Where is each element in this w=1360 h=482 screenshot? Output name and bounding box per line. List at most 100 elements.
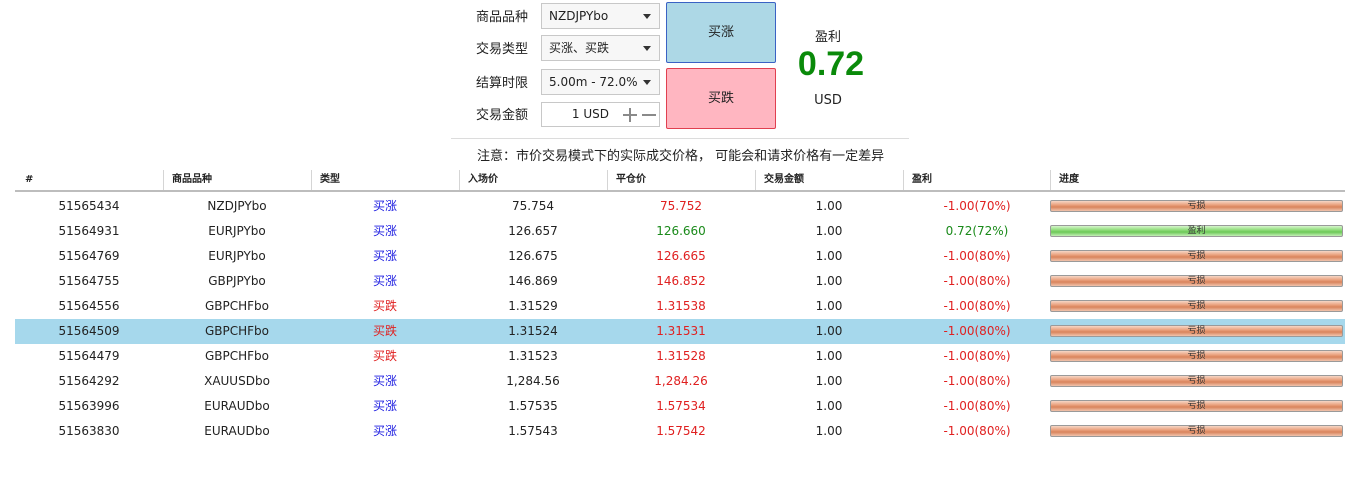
cell-type: 买跌 xyxy=(372,324,397,338)
price-notice: 注意：市价交易模式下的实际成交价格， 可能会和请求价格有一定差异 xyxy=(477,149,885,164)
symbol-select-value: NZDJPYbo xyxy=(549,9,609,23)
symbol-select[interactable]: NZDJPYbo xyxy=(541,3,660,29)
cell-entry-price: 1,284.56 xyxy=(506,374,560,388)
cell-entry-price: 126.675 xyxy=(508,249,558,263)
table-row[interactable]: 51563830 EURAUDbo 买涨 1.57543 1.57542 1.0… xyxy=(15,419,1345,444)
table-row[interactable]: 51564755 GBPJPYbo 买涨 146.869 146.852 1.0… xyxy=(15,269,1345,294)
cell-order-id: 51564931 xyxy=(58,224,120,238)
cell-order-id: 51564479 xyxy=(58,349,120,363)
cell-amount: 1.00 xyxy=(815,224,843,238)
cell-order-id: 51563996 xyxy=(58,399,120,413)
trade-type-label: 交易类型 xyxy=(476,42,529,57)
cell-profit: -1.00(80%) xyxy=(943,374,1011,388)
cell-symbol: GBPCHFbo xyxy=(204,299,270,313)
cell-close-price: 1.31528 xyxy=(656,349,706,363)
table-row[interactable]: 51563996 EURAUDbo 买涨 1.57535 1.57534 1.0… xyxy=(15,394,1345,419)
cell-symbol: GBPCHFbo xyxy=(204,349,270,363)
cell-type: 买涨 xyxy=(372,374,397,388)
cell-entry-price: 1.57543 xyxy=(508,424,558,438)
table-row[interactable]: 51564479 GBPCHFbo 买跌 1.31523 1.31528 1.0… xyxy=(15,344,1345,369)
plus-icon[interactable] xyxy=(622,105,638,125)
cell-symbol: EURAUDbo xyxy=(204,424,270,438)
expiry-select-value: 5.00m - 72.0% xyxy=(549,75,638,89)
progress-bar: 亏损 xyxy=(1050,300,1343,312)
cell-symbol: EURJPYbo xyxy=(208,249,266,263)
column-header-id[interactable]: # xyxy=(15,170,163,190)
column-header-profit[interactable]: 盈利 xyxy=(903,170,1050,190)
cell-close-price: 146.852 xyxy=(656,274,706,288)
cell-amount: 1.00 xyxy=(815,349,843,363)
table-row[interactable]: 51565434 NZDJPYbo 买涨 75.754 75.752 1.00 … xyxy=(15,194,1345,219)
cell-progress: 亏损 xyxy=(1050,419,1345,444)
cell-entry-price: 126.657 xyxy=(508,224,558,238)
progress-bar: 亏损 xyxy=(1050,375,1343,387)
table-row[interactable]: 51564292 XAUUSDbo 买涨 1,284.56 1,284.26 1… xyxy=(15,369,1345,394)
cell-progress: 亏损 xyxy=(1050,194,1345,219)
cell-type: 买涨 xyxy=(372,399,397,413)
buy-down-button[interactable]: 买跌 xyxy=(666,68,776,129)
cell-type: 买涨 xyxy=(372,249,397,263)
progress-bar: 亏损 xyxy=(1050,275,1343,287)
cell-progress: 亏损 xyxy=(1050,394,1345,419)
table-row[interactable]: 51564931 EURJPYbo 买涨 126.657 126.660 1.0… xyxy=(15,219,1345,244)
column-header-type[interactable]: 类型 xyxy=(311,170,459,190)
cell-amount: 1.00 xyxy=(815,424,843,438)
cell-entry-price: 1.57535 xyxy=(508,399,558,413)
cell-symbol: NZDJPYbo xyxy=(207,199,267,213)
progress-bar: 亏损 xyxy=(1050,200,1343,212)
profit-label: 盈利 xyxy=(814,30,841,45)
cell-type: 买涨 xyxy=(372,424,397,438)
profit-value: 0.72 xyxy=(797,45,865,83)
progress-bar: 亏损 xyxy=(1050,350,1343,362)
symbol-label: 商品品种 xyxy=(476,10,529,25)
cell-symbol: GBPJPYbo xyxy=(208,274,266,288)
cell-close-price: 126.660 xyxy=(656,224,706,238)
cell-type: 买跌 xyxy=(372,299,397,313)
cell-profit: -1.00(80%) xyxy=(943,249,1011,263)
cell-progress: 盈利 xyxy=(1050,219,1345,244)
amount-input[interactable]: 1 USD xyxy=(572,103,609,126)
cell-amount: 1.00 xyxy=(815,249,843,263)
buy-up-button[interactable]: 买涨 xyxy=(666,2,776,63)
cell-profit: -1.00(70%) xyxy=(943,199,1011,213)
amount-stepper[interactable]: 1 USD xyxy=(541,102,660,127)
minus-icon[interactable] xyxy=(641,105,657,125)
cell-close-price: 1.31531 xyxy=(656,324,706,338)
cell-profit: -1.00(80%) xyxy=(943,324,1011,338)
cell-progress: 亏损 xyxy=(1050,369,1345,394)
progress-bar: 盈利 xyxy=(1050,225,1343,237)
amount-label: 交易金额 xyxy=(476,108,529,123)
cell-order-id: 51564769 xyxy=(58,249,120,263)
cell-order-id: 51564509 xyxy=(58,324,120,338)
table-row[interactable]: 51564556 GBPCHFbo 买跌 1.31529 1.31538 1.0… xyxy=(15,294,1345,319)
cell-profit: -1.00(80%) xyxy=(943,399,1011,413)
cell-order-id: 51565434 xyxy=(58,199,120,213)
expiry-select[interactable]: 5.00m - 72.0% xyxy=(541,69,660,95)
column-header-close-price[interactable]: 平仓价 xyxy=(607,170,755,190)
table-header: # 商品品种 类型 入场价 平仓价 交易金额 盈利 进度 xyxy=(15,170,1345,192)
cell-order-id: 51564292 xyxy=(58,374,120,388)
cell-amount: 1.00 xyxy=(815,374,843,388)
cell-progress: 亏损 xyxy=(1050,319,1345,344)
table-row[interactable]: 51564509 GBPCHFbo 买跌 1.31524 1.31531 1.0… xyxy=(15,319,1345,344)
cell-profit: -1.00(80%) xyxy=(943,424,1011,438)
column-header-symbol[interactable]: 商品品种 xyxy=(163,170,311,190)
cell-entry-price: 1.31524 xyxy=(508,324,558,338)
table-row[interactable]: 51564769 EURJPYbo 买涨 126.675 126.665 1.0… xyxy=(15,244,1345,269)
cell-order-id: 51564556 xyxy=(58,299,120,313)
column-header-amount[interactable]: 交易金额 xyxy=(755,170,903,190)
trade-type-select-value: 买涨、买跌 xyxy=(549,41,610,55)
column-header-progress[interactable]: 进度 xyxy=(1050,170,1345,190)
progress-bar: 亏损 xyxy=(1050,400,1343,412)
cell-progress: 亏损 xyxy=(1050,294,1345,319)
cell-close-price: 1.57542 xyxy=(656,424,706,438)
cell-amount: 1.00 xyxy=(815,324,843,338)
dropdown-caret-icon xyxy=(643,14,651,19)
column-header-entry-price[interactable]: 入场价 xyxy=(459,170,607,190)
divider xyxy=(451,138,909,139)
expiry-label: 结算时限 xyxy=(476,76,529,91)
cell-order-id: 51563830 xyxy=(58,424,120,438)
cell-symbol: GBPCHFbo xyxy=(204,324,270,338)
trade-type-select[interactable]: 买涨、买跌 xyxy=(541,35,660,61)
cell-close-price: 1,284.26 xyxy=(654,374,708,388)
